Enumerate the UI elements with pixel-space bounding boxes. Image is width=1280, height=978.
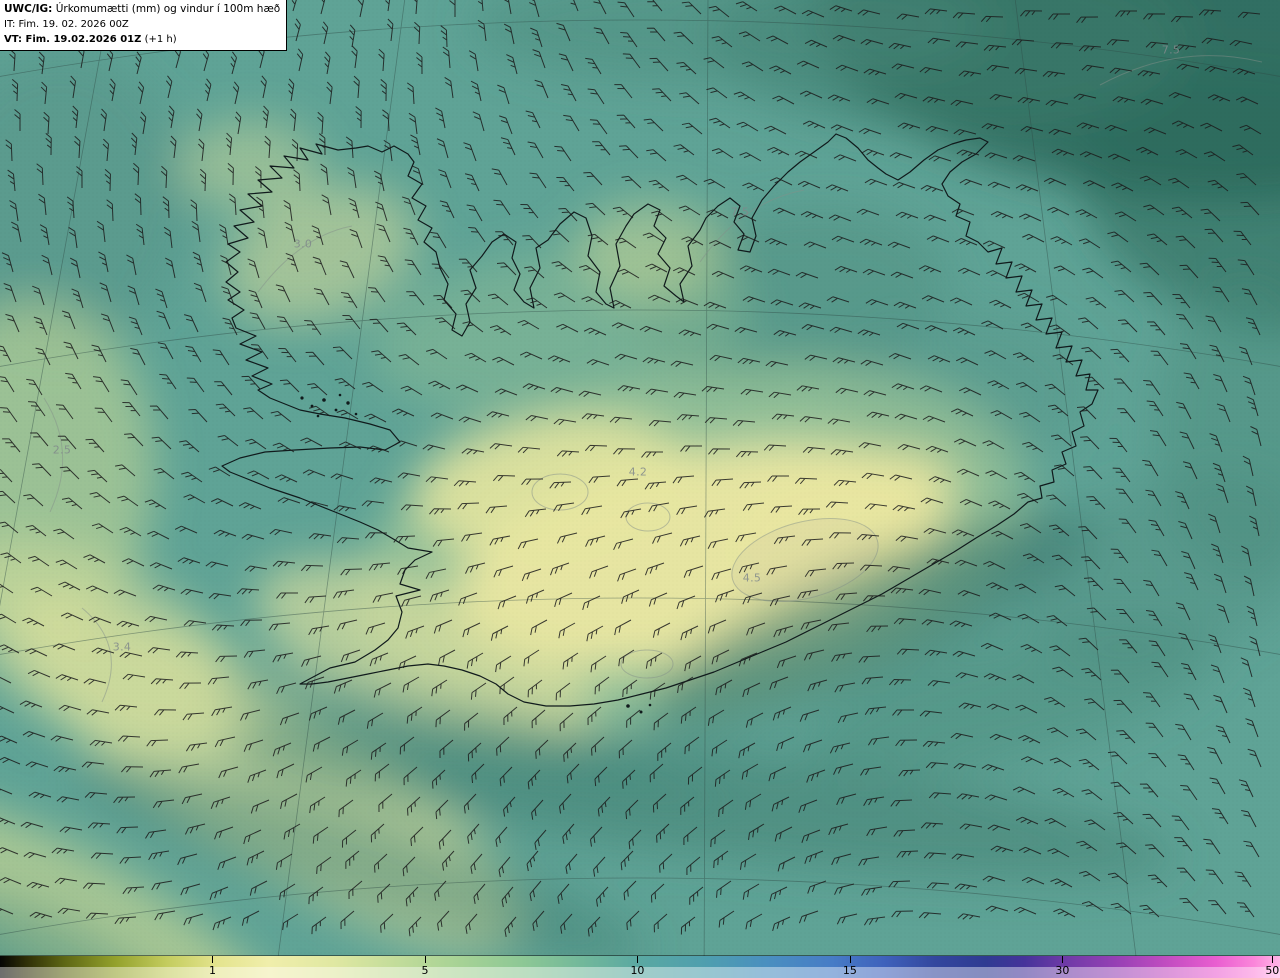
colorbar-tick [212,956,214,963]
product-label: UWC/IG: [4,3,53,15]
colorbar-tick [424,956,426,963]
colorbar-tick [1272,956,1274,963]
colorbar-tick [849,956,851,963]
map-title-box: UWC/IG: Úrkomumætti (mm) og vindur í 100… [0,0,288,51]
init-time-line: IT: Fim. 19. 02. 2026 00Z [4,17,280,32]
colorbar-tick-label: 30 [1055,964,1070,977]
colorbar-tick-label: 50 [1265,964,1280,977]
colorbar-tick-label: 10 [630,964,645,977]
contour-label: 2.5 [52,443,72,457]
contour-label: 7.5 [730,205,750,219]
product-title-line: UWC/IG: Úrkomumætti (mm) og vindur í 100… [4,2,280,17]
colorbar-tick-label: 5 [421,964,429,977]
valid-time-line: VT: Fim. 19.02.2026 01Z (+1 h) [4,32,280,47]
colorbar-tick [637,956,639,963]
weather-map-page: UWC/IG: Úrkomumætti (mm) og vindur í 100… [0,0,1280,978]
colorbar: 1 5 10 15 30 50 [0,955,1280,978]
colorbar-tick [1062,956,1064,963]
contour-label: 3.4 [112,640,132,654]
colorbar-tick-label: 1 [208,964,216,977]
valid-time: VT: Fim. 19.02.2026 01Z [4,34,142,45]
colorbar-tick-label: 15 [842,964,857,977]
contour-label: 4.2 [628,465,648,479]
contour-label: 3.0 [293,237,313,251]
product-title: Úrkomumætti (mm) og vindur í 100m hæð [55,3,281,15]
init-time: IT: Fim. 19. 02. 2026 00Z [4,19,129,30]
contour-label: 4.5 [742,571,762,585]
map-canvas [0,0,1280,978]
contour-label: 7.5 [1161,43,1181,57]
valid-time-offset: (+1 h) [144,34,177,45]
